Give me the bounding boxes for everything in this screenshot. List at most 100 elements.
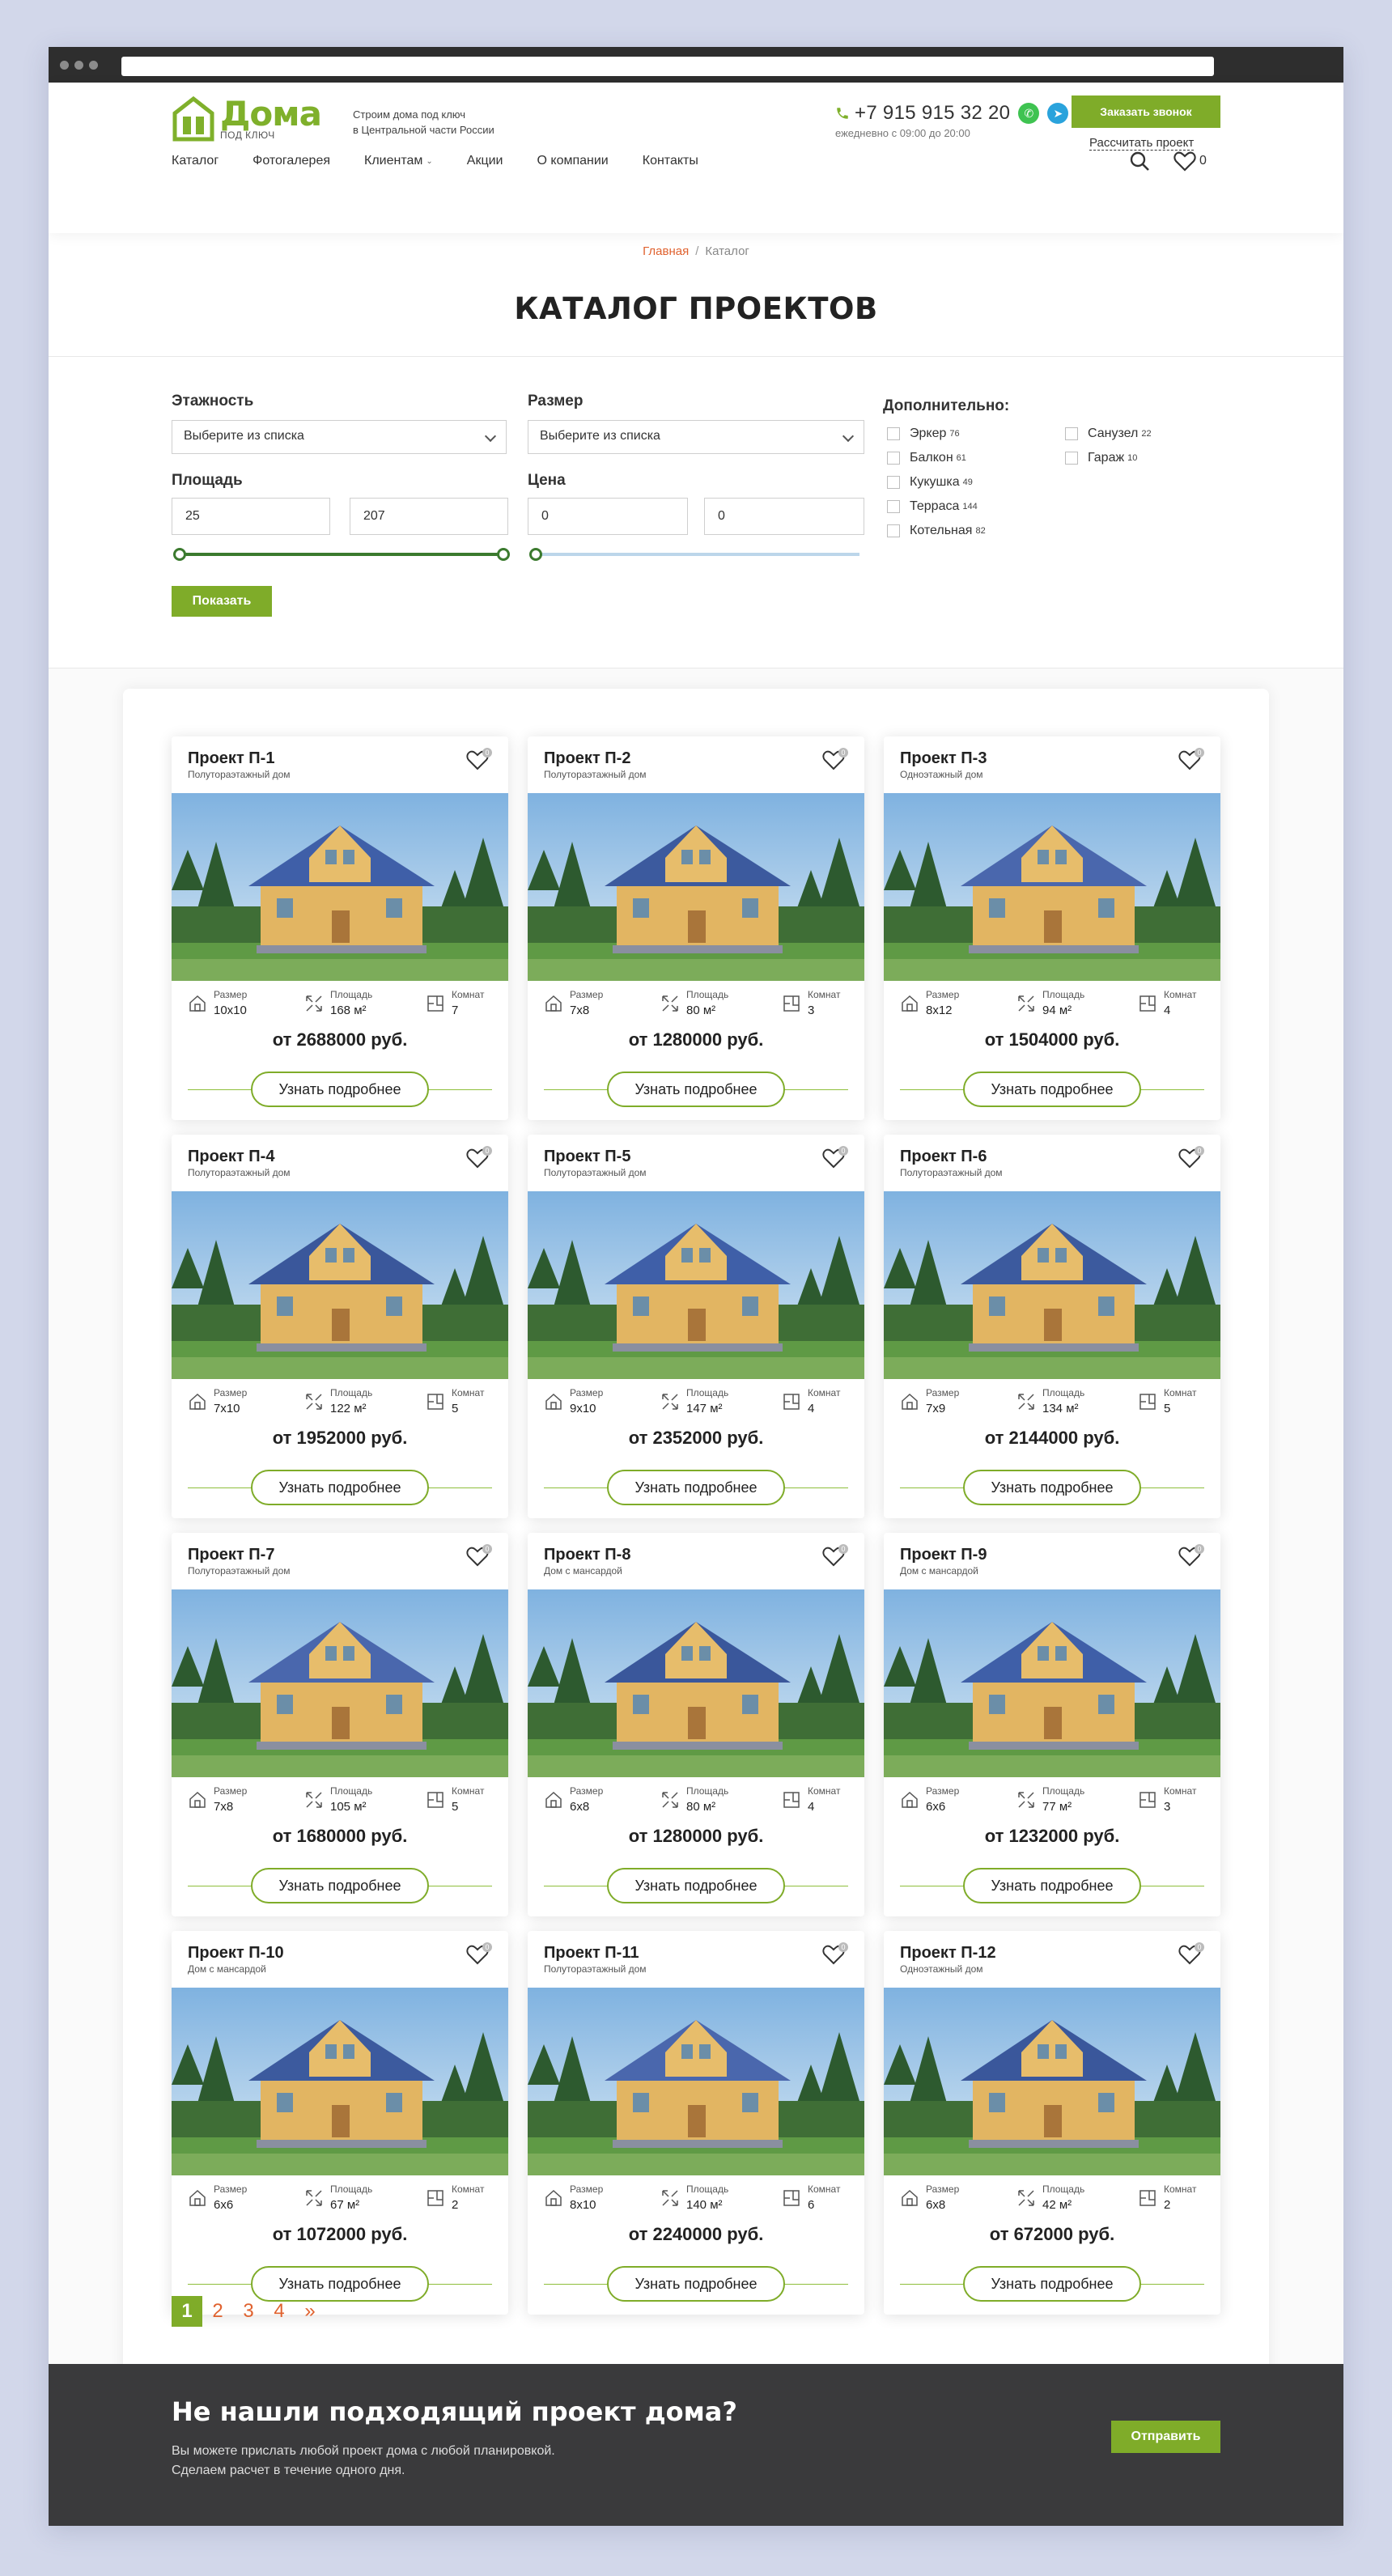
house-render-image[interactable] [528,1589,864,1777]
search-icon[interactable] [1129,151,1150,172]
project-card[interactable]: Проект П-1 Полутораэтажный дом 0 Размер … [172,736,508,1120]
favorites-link[interactable]: 0 [1173,151,1207,172]
favorite-toggle[interactable]: 0 [466,1942,492,1967]
checkbox[interactable] [1065,452,1078,465]
checkbox[interactable] [887,500,900,513]
favorite-toggle[interactable]: 0 [822,748,848,772]
house-render-image[interactable] [528,1191,864,1379]
project-title[interactable]: Проект П-4 [188,1148,274,1166]
house-render-image[interactable] [884,1988,1220,2175]
house-render-image[interactable] [172,1589,508,1777]
learn-more-button[interactable]: Узнать подробнее [607,1072,785,1107]
project-card[interactable]: Проект П-12 Одноэтажный дом 0 Размер 6х8… [884,1931,1220,2315]
project-title[interactable]: Проект П-3 [900,749,987,768]
project-title[interactable]: Проект П-5 [544,1148,630,1166]
learn-more-button[interactable]: Узнать подробнее [963,1868,1141,1903]
project-title[interactable]: Проект П-1 [188,749,274,768]
project-title[interactable]: Проект П-11 [544,1944,639,1963]
window-dot-icon[interactable] [60,61,69,70]
checkbox[interactable] [887,427,900,440]
send-button[interactable]: Отправить [1111,2421,1220,2453]
checkbox[interactable] [1065,427,1078,440]
favorite-toggle[interactable]: 0 [466,1146,492,1170]
learn-more-button[interactable]: Узнать подробнее [251,1868,429,1903]
project-card[interactable]: Проект П-11 Полутораэтажный дом 0 Размер… [528,1931,864,2315]
learn-more-button[interactable]: Узнать подробнее [607,1868,785,1903]
slider-handle-max[interactable] [497,548,510,561]
page-link[interactable]: 1 [172,2296,202,2327]
house-render-image[interactable] [528,793,864,981]
option-bay-window[interactable]: Эркер 76 [887,427,960,441]
floors-select[interactable]: Выберите из списка [172,420,507,454]
area-max-input[interactable] [350,498,508,535]
nav-item-gallery[interactable]: Фотогалерея [253,154,330,168]
project-title[interactable]: Проект П-8 [544,1546,630,1564]
checkbox[interactable] [887,452,900,465]
logo[interactable]: Дома ПОД КЛЮЧ [172,95,322,142]
telegram-icon[interactable]: ➤ [1047,103,1069,124]
next-page-link[interactable]: » [295,2296,325,2327]
price-max-input[interactable] [704,498,864,535]
option-balcony[interactable]: Балкон 61 [887,451,966,465]
project-card[interactable]: Проект П-5 Полутораэтажный дом 0 Размер … [528,1135,864,1518]
nav-item-catalog[interactable]: Каталог [172,154,219,168]
slider-handle-min[interactable] [173,548,186,561]
window-dot-icon[interactable] [74,61,83,70]
favorite-toggle[interactable]: 0 [822,1544,848,1568]
address-bar[interactable] [121,57,1214,76]
house-render-image[interactable] [172,1988,508,2175]
favorite-toggle[interactable]: 0 [1178,1146,1204,1170]
house-render-image[interactable] [528,1988,864,2175]
favorite-toggle[interactable]: 0 [1178,1942,1204,1967]
checkbox[interactable] [887,524,900,537]
nav-item-contacts[interactable]: Контакты [643,154,698,168]
project-title[interactable]: Проект П-10 [188,1944,284,1963]
project-card[interactable]: Проект П-7 Полутораэтажный дом 0 Размер … [172,1533,508,1916]
learn-more-button[interactable]: Узнать подробнее [963,1072,1141,1107]
nav-item-about[interactable]: О компании [537,154,609,168]
project-card[interactable]: Проект П-8 Дом с мансардой 0 Размер 6х8 … [528,1533,864,1916]
page-link[interactable]: 3 [233,2296,264,2327]
whatsapp-icon[interactable]: ✆ [1018,103,1040,124]
show-button[interactable]: Показать [172,586,272,617]
page-link[interactable]: 2 [202,2296,233,2327]
nav-item-clients[interactable]: Клиентам ⌄ [364,154,433,168]
order-call-button[interactable]: Заказать звонок [1072,95,1220,128]
size-select[interactable]: Выберите из списка [528,420,864,454]
project-card[interactable]: Проект П-10 Дом с мансардой 0 Размер 6х6… [172,1931,508,2315]
house-render-image[interactable] [884,1589,1220,1777]
favorite-toggle[interactable]: 0 [466,1544,492,1568]
project-card[interactable]: Проект П-9 Дом с мансардой 0 Размер 6х6 … [884,1533,1220,1916]
learn-more-button[interactable]: Узнать подробнее [963,2266,1141,2302]
calculate-project-link[interactable]: Рассчитать проект [1089,136,1195,151]
learn-more-button[interactable]: Узнать подробнее [963,1470,1141,1505]
favorite-toggle[interactable]: 0 [1178,748,1204,772]
phone-number[interactable]: +7 915 915 32 20 [855,102,1010,125]
page-link[interactable]: 4 [264,2296,295,2327]
learn-more-button[interactable]: Узнать подробнее [607,1470,785,1505]
house-render-image[interactable] [884,1191,1220,1379]
favorite-toggle[interactable]: 0 [822,1942,848,1967]
house-render-image[interactable] [884,793,1220,981]
project-card[interactable]: Проект П-4 Полутораэтажный дом 0 Размер … [172,1135,508,1518]
house-render-image[interactable] [172,1191,508,1379]
project-title[interactable]: Проект П-12 [900,1944,996,1963]
option-bathroom[interactable]: Санузел 22 [1065,427,1152,441]
project-title[interactable]: Проект П-6 [900,1148,987,1166]
price-min-input[interactable] [528,498,688,535]
option-boiler-room[interactable]: Котельная 82 [887,524,986,538]
learn-more-button[interactable]: Узнать подробнее [251,1470,429,1505]
price-range-slider[interactable] [529,548,859,561]
area-range-slider[interactable] [173,548,510,561]
slider-handle-min[interactable] [529,548,542,561]
option-garage[interactable]: Гараж 10 [1065,451,1137,465]
house-render-image[interactable] [172,793,508,981]
favorite-toggle[interactable]: 0 [1178,1544,1204,1568]
window-dot-icon[interactable] [89,61,98,70]
favorite-toggle[interactable]: 0 [466,748,492,772]
option-cuckoo[interactable]: Кукушка 49 [887,475,973,490]
learn-more-button[interactable]: Узнать подробнее [607,2266,785,2302]
project-card[interactable]: Проект П-6 Полутораэтажный дом 0 Размер … [884,1135,1220,1518]
area-min-input[interactable] [172,498,330,535]
project-card[interactable]: Проект П-3 Одноэтажный дом 0 Размер 8х12… [884,736,1220,1120]
